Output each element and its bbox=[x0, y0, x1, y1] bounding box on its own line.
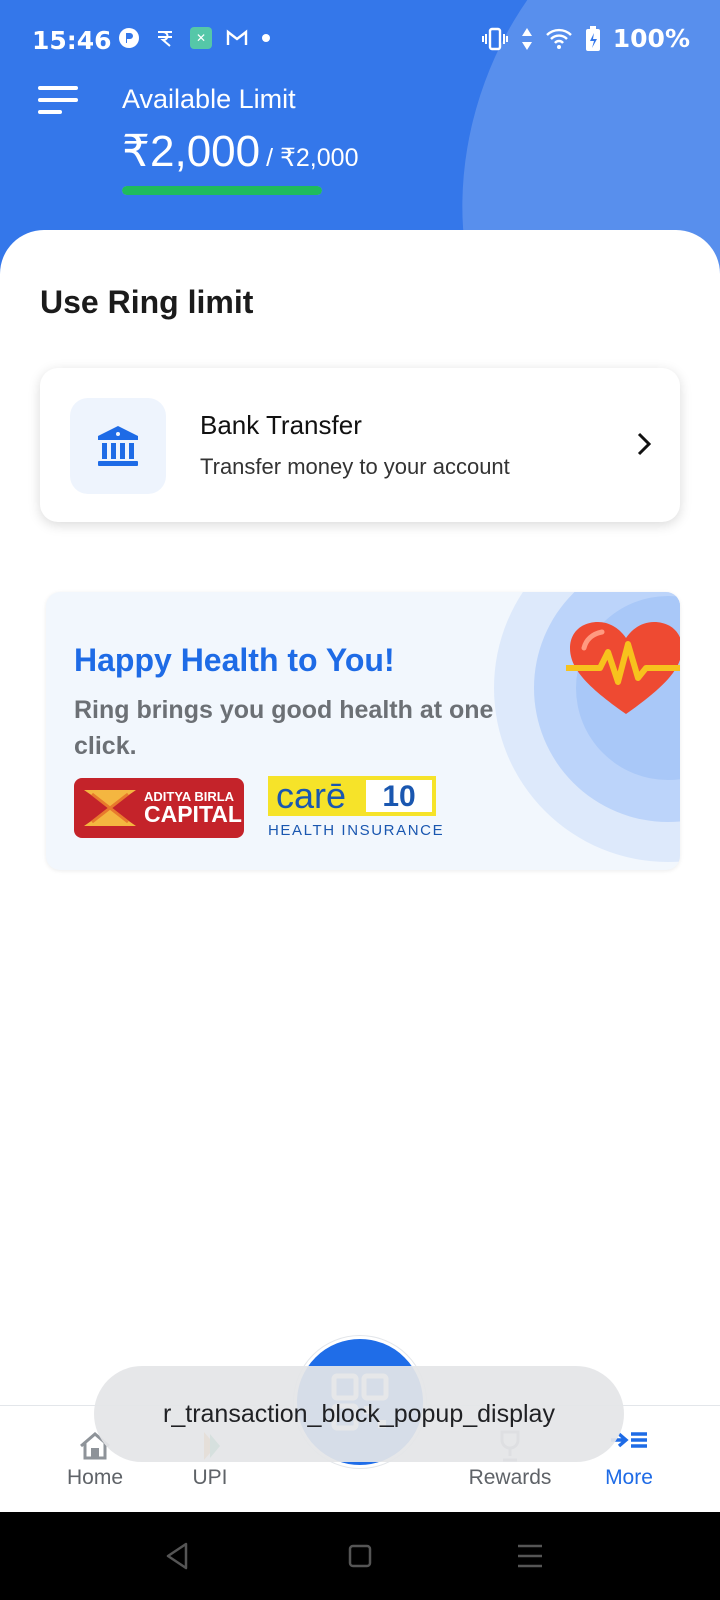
rupee-icon bbox=[154, 27, 176, 49]
total-limit: / ₹2,000 bbox=[266, 144, 359, 172]
nav-upi-label: UPI bbox=[192, 1466, 228, 1489]
available-limit-label: Available Limit bbox=[122, 84, 296, 114]
menu-button[interactable] bbox=[38, 84, 82, 118]
section-title: Use Ring limit bbox=[40, 284, 254, 320]
bank-transfer-title: Bank Transfer bbox=[200, 410, 362, 440]
bank-transfer-card[interactable]: Bank Transfer Transfer money to your acc… bbox=[40, 368, 680, 522]
notification-app-icon bbox=[118, 27, 140, 49]
available-amount: ₹2,000 bbox=[122, 127, 261, 176]
app-badge-icon: ✕ bbox=[190, 27, 212, 49]
care-health-insurance-logo: carē 10 HEALTH INSURANCE bbox=[268, 775, 443, 842]
status-time: 15:46 bbox=[32, 26, 112, 55]
menu-icon-line bbox=[38, 98, 78, 102]
limit-progress-fill bbox=[122, 186, 322, 195]
nav-rewards-label: Rewards bbox=[468, 1466, 552, 1489]
toast-text: r_transaction_block_popup_display bbox=[163, 1399, 555, 1428]
menu-icon-line bbox=[38, 86, 78, 90]
dot-icon bbox=[262, 34, 270, 42]
menu-icon-line bbox=[38, 110, 62, 114]
system-navigation-bar bbox=[0, 1512, 720, 1600]
chevron-right-icon bbox=[637, 432, 652, 456]
available-limit-amount: ₹2,000/ ₹2,000 bbox=[122, 126, 358, 177]
recents-icon[interactable] bbox=[510, 1536, 550, 1576]
nav-more-label: More bbox=[605, 1466, 653, 1489]
status-right-icons: 100% bbox=[481, 24, 690, 53]
care-10-badge: 10 bbox=[364, 778, 434, 814]
home-square-icon[interactable] bbox=[340, 1536, 380, 1576]
vibrate-icon bbox=[481, 27, 508, 50]
care-subtitle: HEALTH INSURANCE bbox=[268, 822, 445, 839]
limit-progress-bar bbox=[122, 186, 322, 195]
data-arrows-icon bbox=[521, 27, 532, 50]
banner-text: Ring brings you good health at one click… bbox=[74, 696, 494, 760]
back-icon[interactable] bbox=[158, 1536, 198, 1576]
battery-charging-icon bbox=[585, 25, 600, 51]
toast-message: r_transaction_block_popup_display bbox=[94, 1366, 624, 1462]
nav-home-label: Home bbox=[66, 1466, 124, 1489]
status-bar: 15:46 ✕ 100% bbox=[0, 0, 720, 80]
app-screen: 15:46 ✕ 100% Available Limit ₹2,000 / ₹2… bbox=[0, 0, 720, 1600]
battery-percent: 100% bbox=[612, 24, 690, 53]
bank-icon bbox=[70, 398, 166, 494]
bank-transfer-subtitle: Transfer money to your account bbox=[200, 454, 510, 479]
wifi-icon bbox=[545, 28, 572, 49]
status-left-icons: ✕ bbox=[118, 27, 270, 49]
health-insurance-banner[interactable]: Happy Health to You! Ring brings you goo… bbox=[46, 592, 680, 870]
care-wordmark: carē bbox=[276, 775, 347, 816]
heart-icon bbox=[566, 622, 680, 714]
gmail-icon bbox=[226, 27, 248, 49]
aditya-birla-capital-logo: ADITYA BIRLA CAPITAL bbox=[74, 778, 244, 838]
banner-title: Happy Health to You! bbox=[74, 642, 395, 678]
partner1-line2: CAPITAL bbox=[144, 801, 242, 827]
